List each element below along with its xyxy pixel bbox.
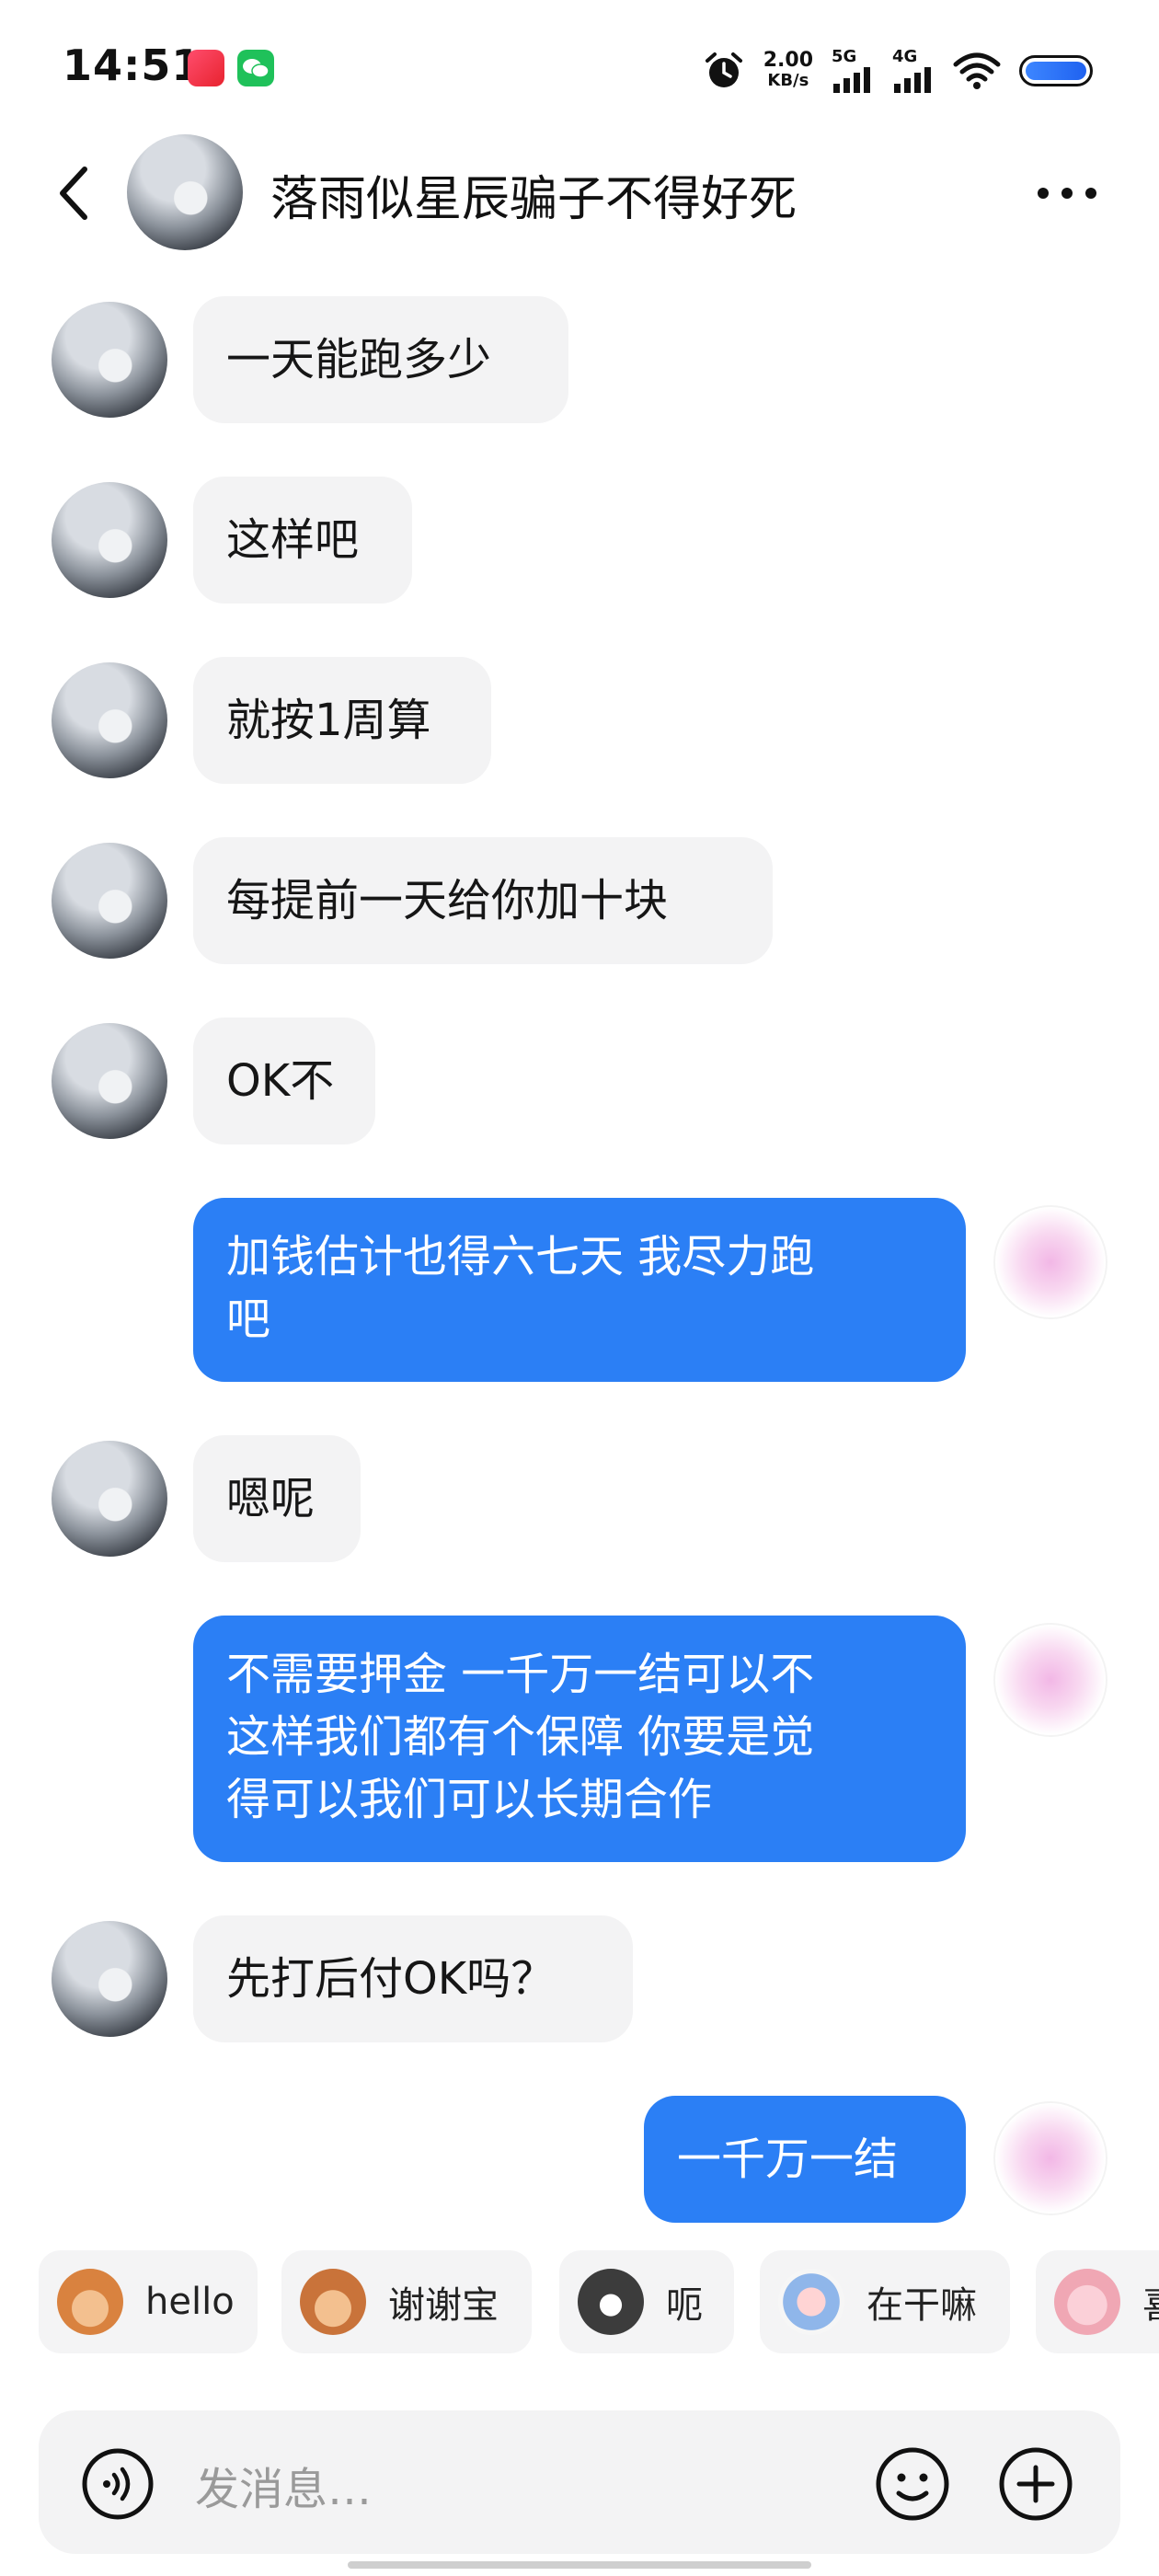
signal-5g: 5G xyxy=(832,49,874,93)
contact-name[interactable]: 落雨似星辰骗子不得好死 xyxy=(270,160,797,229)
signal-5g-label: 5G xyxy=(832,47,857,66)
more-options-icon[interactable] xyxy=(1030,166,1104,221)
sticker-chip-thanks[interactable]: 谢谢宝 xyxy=(281,2250,532,2353)
message-bubble-outgoing[interactable]: 加钱估计也得六七天 我尽力跑 吧 xyxy=(193,1198,966,1382)
message-bubble[interactable]: 这样吧 xyxy=(193,477,412,604)
my-avatar[interactable] xyxy=(993,1205,1107,1319)
sticker-chip-uh[interactable]: 呃 xyxy=(559,2250,734,2353)
signal-bars-icon xyxy=(894,67,931,93)
sticker-label: 呃 xyxy=(666,2284,703,2327)
sender-avatar[interactable] xyxy=(52,1921,167,2037)
back-arrow-icon[interactable] xyxy=(48,160,107,226)
message-input[interactable]: 发消息… xyxy=(195,2453,372,2517)
monkey-sticker-icon xyxy=(57,2269,123,2335)
sticker-label: hello xyxy=(145,2281,235,2323)
signal-4g: 4G xyxy=(892,49,935,93)
sticker-label: 谢谢宝 xyxy=(388,2284,499,2327)
sticker-suggestion-bar: hello 谢谢宝 呃 在干嘛 喜 xyxy=(0,2250,1159,2357)
speed-unit: KB/s xyxy=(767,71,809,90)
message-bubble-outgoing[interactable]: 一千万一结 xyxy=(644,2096,966,2223)
pig-sticker-icon xyxy=(1054,2269,1120,2335)
contact-avatar[interactable] xyxy=(127,134,243,250)
sender-avatar[interactable] xyxy=(52,662,167,778)
sender-avatar[interactable] xyxy=(52,482,167,598)
emoji-icon[interactable] xyxy=(874,2445,951,2523)
status-time: 14:51 xyxy=(63,40,202,90)
wifi-icon xyxy=(953,52,1001,89)
battery-level xyxy=(1026,62,1086,80)
message-bubble[interactable]: OK不 xyxy=(193,1018,375,1144)
status-indicators: 2.00 KB/s 5G 4G xyxy=(703,46,1093,96)
signal-4g-label: 4G xyxy=(892,47,918,66)
signal-bars-icon xyxy=(833,67,870,93)
character-sticker-icon xyxy=(778,2269,844,2335)
sender-avatar[interactable] xyxy=(52,1441,167,1557)
my-avatar[interactable] xyxy=(993,1623,1107,1737)
battery-icon xyxy=(1019,55,1093,86)
cat-sticker-icon xyxy=(578,2269,644,2335)
alarm-icon xyxy=(705,52,742,87)
monkey-sticker-icon xyxy=(300,2269,366,2335)
message-bubble[interactable]: 就按1周算 xyxy=(193,657,491,784)
speed-value: 2.00 xyxy=(763,49,813,72)
sticker-chip-what-doing[interactable]: 在干嘛 xyxy=(760,2250,1010,2353)
message-input-bar: 发消息… xyxy=(39,2410,1120,2554)
sender-avatar[interactable] xyxy=(52,1023,167,1139)
message-bubble[interactable]: 每提前一天给你加十块 xyxy=(193,837,773,964)
sticker-label: 在干嘛 xyxy=(866,2284,977,2327)
message-bubble[interactable]: 嗯呢 xyxy=(193,1435,361,1562)
chat-header: 落雨似星辰骗子不得好死 xyxy=(0,134,1159,250)
wechat-icon xyxy=(237,50,274,86)
sender-avatar[interactable] xyxy=(52,843,167,959)
voice-input-icon[interactable] xyxy=(81,2447,155,2521)
message-bubble[interactable]: 一天能跑多少 xyxy=(193,296,568,423)
sender-avatar[interactable] xyxy=(52,302,167,418)
message-bubble-outgoing[interactable]: 不需要押金 一千万一结可以不 这样我们都有个保障 你要是觉 得可以我们可以长期合… xyxy=(193,1616,966,1862)
add-attachment-icon[interactable] xyxy=(997,2445,1074,2523)
status-bar: 14:51 2.00 KB/s 5G 4G xyxy=(0,0,1159,138)
sticker-chip-happy[interactable]: 喜 xyxy=(1036,2250,1159,2353)
network-speed: 2.00 KB/s xyxy=(763,51,813,91)
sticker-chip-hello[interactable]: hello xyxy=(39,2250,258,2353)
sticker-label: 喜 xyxy=(1142,2275,1159,2329)
my-avatar[interactable] xyxy=(993,2101,1107,2215)
home-indicator[interactable] xyxy=(348,2561,811,2569)
message-bubble[interactable]: 先打后付OK吗？ xyxy=(193,1915,633,2042)
shopping-app-icon xyxy=(188,50,224,86)
